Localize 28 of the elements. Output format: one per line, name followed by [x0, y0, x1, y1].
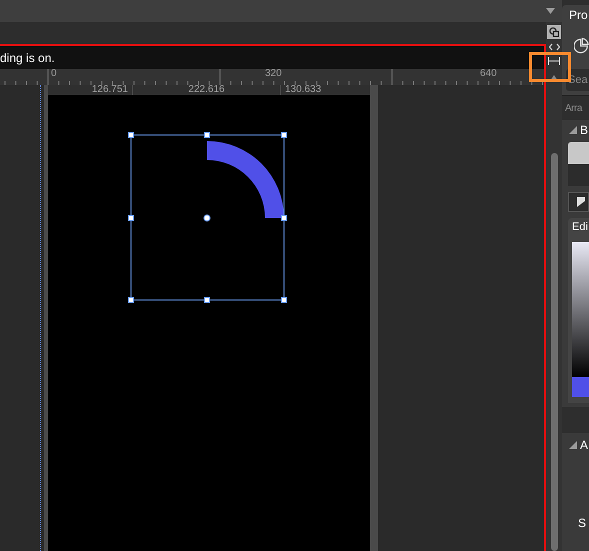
dimension-label: 126.751	[48, 85, 132, 95]
artboard-button[interactable]	[547, 25, 561, 39]
brush-button[interactable]	[568, 192, 589, 212]
arrange-label: Arra	[565, 104, 582, 114]
ruler-label: 0	[51, 69, 57, 79]
color-picker[interactable]	[572, 242, 589, 397]
brush-swatch[interactable]	[568, 142, 589, 164]
selection-frame[interactable]	[128, 132, 287, 303]
scrollbar-thumb[interactable]	[550, 153, 558, 551]
editor-label: Edi	[572, 222, 588, 233]
properties-tab[interactable]: Pro	[562, 5, 589, 25]
brush-icon	[577, 197, 585, 207]
width-icon[interactable]	[548, 57, 560, 65]
field-label: S	[578, 516, 586, 530]
highlight-frame	[529, 52, 571, 82]
notification-text: ding is on.	[0, 52, 55, 64]
center-point[interactable]	[204, 214, 210, 222]
dimension-label: 222.616	[133, 85, 280, 95]
overlap-squares-icon	[549, 27, 559, 37]
collapse-icon[interactable]	[569, 441, 577, 449]
brush-swatch[interactable]	[568, 164, 589, 186]
dimension-label: 130.633	[281, 85, 370, 95]
ruler-label: 320	[265, 69, 282, 79]
dropdown-icon[interactable]	[546, 8, 555, 14]
collapse-icon[interactable]	[569, 126, 577, 134]
pie-icon	[574, 36, 589, 56]
code-icon[interactable]	[548, 43, 560, 51]
ruler-label: 640	[480, 69, 497, 79]
